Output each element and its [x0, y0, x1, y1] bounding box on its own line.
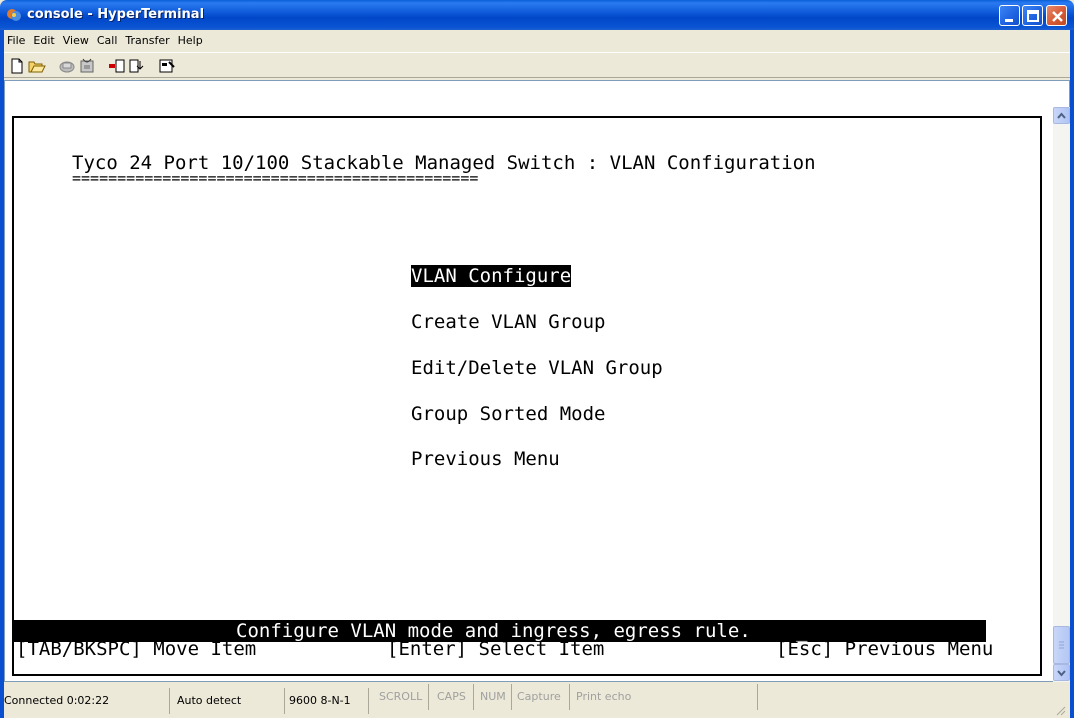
status-capture: Capture — [517, 684, 570, 710]
menu-bar: File Edit View Call Transfer Help — [4, 30, 1070, 52]
status-bar: Connected 0:02:22 Auto detect 9600 8-N-1… — [4, 684, 1070, 718]
window-title: console - HyperTerminal — [27, 7, 205, 22]
title-bar[interactable]: console - HyperTerminal — [0, 0, 1074, 30]
open-icon[interactable] — [28, 57, 46, 75]
help-move-item: [TAB/BKSPC] Move Item — [16, 638, 257, 660]
new-icon[interactable] — [8, 57, 26, 75]
scroll-thumb[interactable] — [1053, 626, 1070, 664]
status-detect: Auto detect — [177, 688, 285, 714]
menu-view[interactable]: View — [59, 30, 93, 52]
disconnect-icon[interactable] — [58, 57, 76, 75]
status-caps: CAPS — [437, 684, 474, 710]
toolbar — [4, 52, 1070, 78]
hyperterminal-icon — [6, 7, 22, 23]
menu-call[interactable]: Call — [93, 30, 122, 52]
vertical-scrollbar[interactable] — [1053, 107, 1070, 682]
status-num: NUM — [480, 684, 512, 710]
menu-file[interactable]: File — [4, 30, 29, 52]
window-frame-right — [1070, 30, 1074, 718]
menu-option-create-vlan-group[interactable]: Create VLAN Group — [411, 311, 605, 333]
menu-edit[interactable]: Edit — [29, 30, 58, 52]
maximize-button[interactable] — [1022, 5, 1043, 26]
scroll-up-button[interactable] — [1053, 107, 1070, 124]
status-print-echo: Print echo — [576, 684, 758, 710]
menu-option-previous-menu[interactable]: Previous Menu — [411, 448, 560, 470]
menu-option-vlan-configure[interactable]: VLAN Configure — [411, 265, 572, 287]
help-select-item: [Enter] Select Item — [387, 638, 605, 660]
close-button[interactable] — [1046, 5, 1067, 26]
status-connected: Connected 0:02:22 — [4, 688, 170, 714]
menu-option-group-sorted-mode[interactable]: Group Sorted Mode — [411, 403, 605, 425]
terminal-screen[interactable]: Tyco 24 Port 10/100 Stackable Managed Sw… — [12, 116, 1042, 676]
help-previous-menu: [Esc] Previous Menu — [776, 638, 994, 660]
status-scroll: SCROLL — [379, 684, 429, 710]
status-port-settings: 9600 8-N-1 — [289, 688, 369, 714]
send-icon[interactable] — [108, 57, 126, 75]
menu-option-edit-delete-vlan-group[interactable]: Edit/Delete VLAN Group — [411, 357, 663, 379]
header-underline: ========================================… — [72, 169, 479, 187]
properties-icon[interactable] — [158, 57, 176, 75]
minimize-button[interactable] — [999, 5, 1020, 26]
scroll-down-button[interactable] — [1053, 664, 1070, 681]
menu-help[interactable]: Help — [174, 30, 207, 52]
connect-icon[interactable] — [78, 57, 96, 75]
menu-transfer[interactable]: Transfer — [121, 30, 173, 52]
resize-grip-icon[interactable] — [1054, 704, 1066, 716]
receive-icon[interactable] — [128, 57, 146, 75]
